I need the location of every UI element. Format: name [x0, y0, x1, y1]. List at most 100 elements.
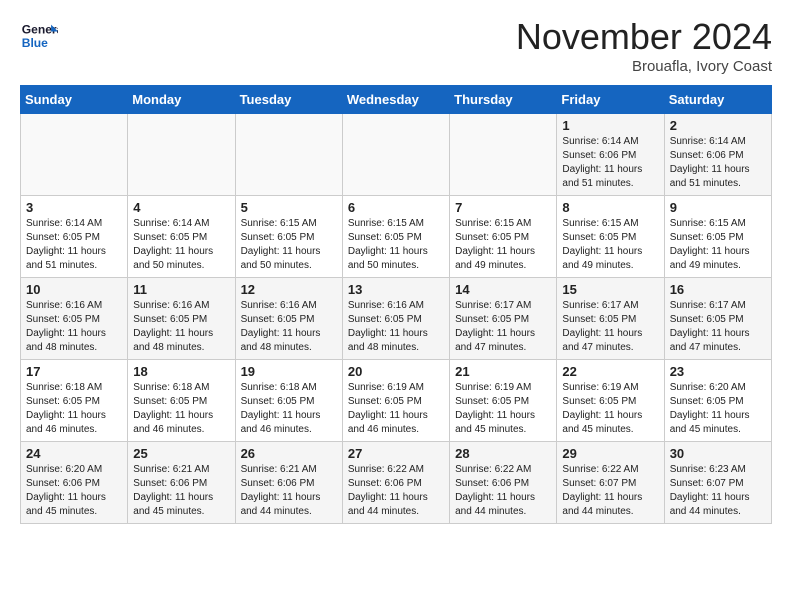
calendar-cell: 19 Sunrise: 6:18 AM Sunset: 6:05 PM Dayli…: [235, 360, 342, 442]
weekday-header-sunday: Sunday: [21, 86, 128, 114]
day-number: 24: [26, 446, 122, 461]
calendar-cell: 1 Sunrise: 6:14 AM Sunset: 6:06 PM Daylig…: [557, 114, 664, 196]
calendar-cell: 14 Sunrise: 6:17 AM Sunset: 6:05 PM Dayli…: [450, 278, 557, 360]
calendar-cell: 18 Sunrise: 6:18 AM Sunset: 6:05 PM Dayli…: [128, 360, 235, 442]
day-info: Sunrise: 6:18 AM Sunset: 6:05 PM Dayligh…: [26, 381, 122, 437]
calendar-cell: 21 Sunrise: 6:19 AM Sunset: 6:05 PM Dayli…: [450, 360, 557, 442]
calendar-cell: 8Sunrise: 6:15 AM Sunset: 6:05 PM Daylig…: [557, 196, 664, 278]
day-number: 12: [241, 282, 337, 297]
day-number: 5: [241, 200, 337, 215]
logo-icon: General Blue: [20, 16, 58, 54]
calendar-cell: 23Sunrise: 6:20 AM Sunset: 6:05 PM Dayli…: [664, 360, 771, 442]
calendar-cell: 2Sunrise: 6:14 AM Sunset: 6:06 PM Daylig…: [664, 114, 771, 196]
day-info: Sunrise: 6:22 AM Sunset: 6:06 PM Dayligh…: [348, 463, 444, 519]
day-info: Sunrise: 6:22 AM Sunset: 6:07 PM Dayligh…: [562, 463, 658, 519]
day-info: Sunrise: 6:15 AM Sunset: 6:05 PM Dayligh…: [348, 217, 444, 273]
day-info: Sunrise: 6:16 AM Sunset: 6:05 PM Dayligh…: [241, 299, 337, 355]
weekday-header-monday: Monday: [128, 86, 235, 114]
location: Brouafla, Ivory Coast: [516, 58, 772, 75]
day-info: Sunrise: 6:20 AM Sunset: 6:06 PM Dayligh…: [26, 463, 122, 519]
weekday-header-friday: Friday: [557, 86, 664, 114]
weekday-header-wednesday: Wednesday: [342, 86, 449, 114]
day-number: 11: [133, 282, 229, 297]
weekday-header-saturday: Saturday: [664, 86, 771, 114]
month-title: November 2024: [516, 16, 772, 58]
day-info: Sunrise: 6:19 AM Sunset: 6:05 PM Dayligh…: [562, 381, 658, 437]
day-number: 18: [133, 364, 229, 379]
day-number: 22: [562, 364, 658, 379]
day-number: 1: [562, 118, 658, 133]
day-info: Sunrise: 6:14 AM Sunset: 6:06 PM Dayligh…: [670, 135, 766, 191]
day-number: 26: [241, 446, 337, 461]
day-info: Sunrise: 6:21 AM Sunset: 6:06 PM Dayligh…: [133, 463, 229, 519]
day-info: Sunrise: 6:15 AM Sunset: 6:05 PM Dayligh…: [455, 217, 551, 273]
calendar-cell: 26 Sunrise: 6:21 AM Sunset: 6:06 PM Dayli…: [235, 442, 342, 524]
calendar-cell: 11 Sunrise: 6:16 AM Sunset: 6:05 PM Dayli…: [128, 278, 235, 360]
calendar-cell: 5 Sunrise: 6:15 AM Sunset: 6:05 PM Daylig…: [235, 196, 342, 278]
calendar-cell: 15 Sunrise: 6:17 AM Sunset: 6:05 PM Dayli…: [557, 278, 664, 360]
calendar-cell: [342, 114, 449, 196]
day-number: 8: [562, 200, 658, 215]
weekday-header-tuesday: Tuesday: [235, 86, 342, 114]
day-number: 28: [455, 446, 551, 461]
day-info: Sunrise: 6:17 AM Sunset: 6:05 PM Dayligh…: [562, 299, 658, 355]
day-number: 4: [133, 200, 229, 215]
day-info: Sunrise: 6:19 AM Sunset: 6:05 PM Dayligh…: [455, 381, 551, 437]
day-info: Sunrise: 6:16 AM Sunset: 6:05 PM Dayligh…: [348, 299, 444, 355]
day-info: Sunrise: 6:16 AM Sunset: 6:05 PM Dayligh…: [133, 299, 229, 355]
day-number: 21: [455, 364, 551, 379]
day-info: Sunrise: 6:23 AM Sunset: 6:07 PM Dayligh…: [670, 463, 766, 519]
day-number: 13: [348, 282, 444, 297]
calendar-cell: 4 Sunrise: 6:14 AM Sunset: 6:05 PM Daylig…: [128, 196, 235, 278]
day-number: 27: [348, 446, 444, 461]
day-number: 19: [241, 364, 337, 379]
calendar-cell: 25Sunrise: 6:21 AM Sunset: 6:06 PM Dayli…: [128, 442, 235, 524]
day-number: 10: [26, 282, 122, 297]
day-number: 7: [455, 200, 551, 215]
day-info: Sunrise: 6:15 AM Sunset: 6:05 PM Dayligh…: [670, 217, 766, 273]
day-info: Sunrise: 6:14 AM Sunset: 6:05 PM Dayligh…: [26, 217, 122, 273]
day-number: 6: [348, 200, 444, 215]
calendar-cell: 30 Sunrise: 6:23 AM Sunset: 6:07 PM Dayli…: [664, 442, 771, 524]
title-block: November 2024 Brouafla, Ivory Coast: [516, 16, 772, 75]
day-info: Sunrise: 6:18 AM Sunset: 6:05 PM Dayligh…: [241, 381, 337, 437]
day-number: 16: [670, 282, 766, 297]
logo: General Blue: [20, 16, 58, 54]
day-info: Sunrise: 6:20 AM Sunset: 6:05 PM Dayligh…: [670, 381, 766, 437]
page: General Blue November 2024 Brouafla, Ivo…: [0, 0, 792, 540]
day-info: Sunrise: 6:17 AM Sunset: 6:05 PM Dayligh…: [670, 299, 766, 355]
day-number: 20: [348, 364, 444, 379]
day-info: Sunrise: 6:17 AM Sunset: 6:05 PM Dayligh…: [455, 299, 551, 355]
day-number: 3: [26, 200, 122, 215]
day-info: Sunrise: 6:21 AM Sunset: 6:06 PM Dayligh…: [241, 463, 337, 519]
day-number: 14: [455, 282, 551, 297]
calendar-cell: 28Sunrise: 6:22 AM Sunset: 6:06 PM Dayli…: [450, 442, 557, 524]
calendar-cell: 29 Sunrise: 6:22 AM Sunset: 6:07 PM Dayli…: [557, 442, 664, 524]
calendar-cell: 17Sunrise: 6:18 AM Sunset: 6:05 PM Dayli…: [21, 360, 128, 442]
calendar-cell: 10 Sunrise: 6:16 AM Sunset: 6:05 PM Dayli…: [21, 278, 128, 360]
calendar-cell: 9 Sunrise: 6:15 AM Sunset: 6:05 PM Daylig…: [664, 196, 771, 278]
day-info: Sunrise: 6:16 AM Sunset: 6:05 PM Dayligh…: [26, 299, 122, 355]
calendar-cell: 7 Sunrise: 6:15 AM Sunset: 6:05 PM Daylig…: [450, 196, 557, 278]
day-number: 15: [562, 282, 658, 297]
day-info: Sunrise: 6:15 AM Sunset: 6:05 PM Dayligh…: [241, 217, 337, 273]
calendar-cell: [235, 114, 342, 196]
calendar-cell: 6 Sunrise: 6:15 AM Sunset: 6:05 PM Daylig…: [342, 196, 449, 278]
calendar-cell: [450, 114, 557, 196]
day-info: Sunrise: 6:18 AM Sunset: 6:05 PM Dayligh…: [133, 381, 229, 437]
svg-text:Blue: Blue: [22, 36, 48, 50]
day-number: 29: [562, 446, 658, 461]
day-info: Sunrise: 6:14 AM Sunset: 6:05 PM Dayligh…: [133, 217, 229, 273]
day-info: Sunrise: 6:14 AM Sunset: 6:06 PM Dayligh…: [562, 135, 658, 191]
calendar-cell: 27 Sunrise: 6:22 AM Sunset: 6:06 PM Dayli…: [342, 442, 449, 524]
day-number: 9: [670, 200, 766, 215]
weekday-header-thursday: Thursday: [450, 86, 557, 114]
calendar-cell: 24 Sunrise: 6:20 AM Sunset: 6:06 PM Dayli…: [21, 442, 128, 524]
calendar: SundayMondayTuesdayWednesdayThursdayFrid…: [20, 85, 772, 524]
calendar-cell: 20Sunrise: 6:19 AM Sunset: 6:05 PM Dayli…: [342, 360, 449, 442]
day-number: 30: [670, 446, 766, 461]
calendar-cell: 16 Sunrise: 6:17 AM Sunset: 6:05 PM Dayli…: [664, 278, 771, 360]
calendar-cell: 13 Sunrise: 6:16 AM Sunset: 6:05 PM Dayli…: [342, 278, 449, 360]
calendar-cell: [21, 114, 128, 196]
calendar-cell: 22 Sunrise: 6:19 AM Sunset: 6:05 PM Dayli…: [557, 360, 664, 442]
